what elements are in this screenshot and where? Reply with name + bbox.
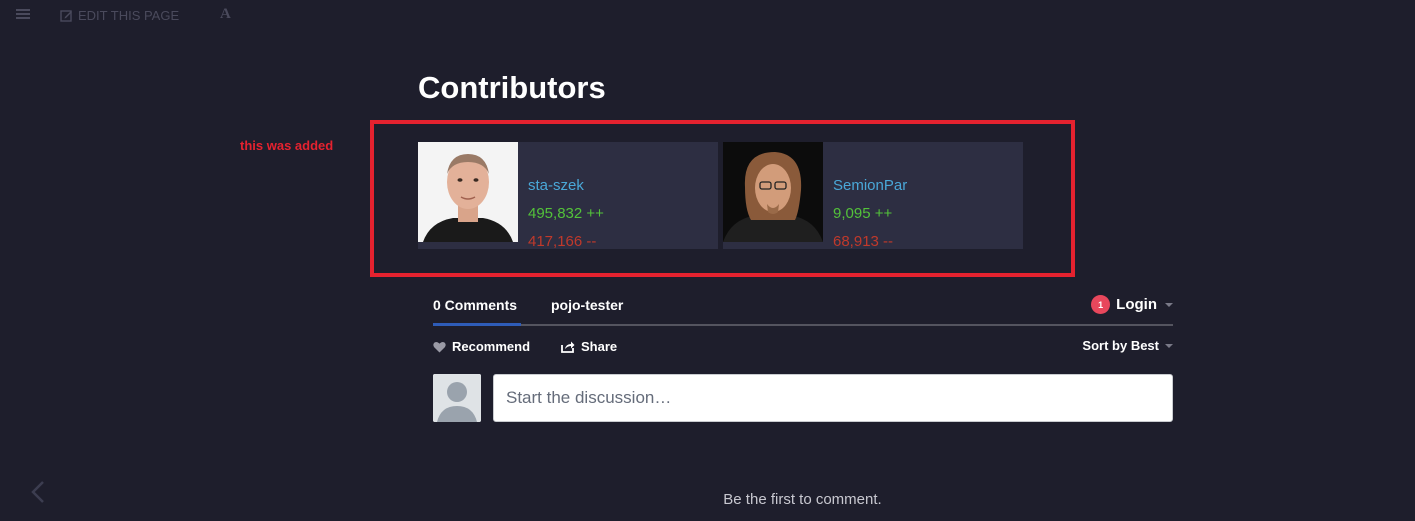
empty-comments-message: Be the first to comment. (723, 491, 882, 508)
contributor-avatar (418, 142, 518, 242)
heart-icon (433, 341, 446, 352)
pencil-square-icon (60, 10, 72, 22)
contributor-name[interactable]: SemionPar (833, 172, 907, 200)
page: EDIT THIS PAGE A Contributors this was a… (0, 0, 1415, 521)
login-label: Login (1116, 296, 1157, 313)
share-label: Share (581, 339, 618, 354)
contributor-card[interactable]: sta-szek 495,832 ++ 417,166 -- (418, 142, 718, 250)
active-tab-indicator (433, 323, 521, 326)
edit-page-link[interactable]: EDIT THIS PAGE (60, 8, 179, 23)
chevron-down-icon (1165, 343, 1173, 348)
login-button[interactable]: 1 Login (1091, 295, 1173, 314)
sort-label: Sort by Best (1082, 338, 1159, 353)
font-settings-button[interactable]: A (220, 6, 231, 23)
notification-badge: 1 (1091, 295, 1111, 314)
contributor-avatar (723, 142, 823, 242)
page-title: Contributors (418, 70, 606, 105)
share-button[interactable]: Share (561, 339, 617, 354)
annotation-label: this was added (240, 138, 334, 153)
comment-input[interactable] (493, 374, 1173, 422)
tab-site[interactable]: pojo-tester (551, 297, 623, 313)
comment-actions: Recommend Share Sort by Best (433, 338, 1173, 358)
comments-tab-bar: 0 Comments pojo-tester 1 Login (433, 288, 1173, 326)
contributor-card[interactable]: SemionPar 9,095 ++ 68,913 -- (723, 142, 1023, 250)
contributor-deletions: 417,166 -- (528, 233, 597, 250)
recommend-label: Recommend (452, 339, 531, 354)
guest-avatar-icon (433, 374, 481, 422)
contributor-name[interactable]: sta-szek (528, 172, 604, 200)
share-icon (561, 341, 575, 353)
edit-page-label: EDIT THIS PAGE (78, 8, 180, 23)
recommend-button[interactable]: Recommend (433, 339, 530, 354)
contributor-additions: 9,095 ++ (833, 205, 893, 222)
contributor-deletions: 68,913 -- (833, 233, 894, 250)
contributor-additions: 495,832 ++ (528, 205, 604, 222)
comment-composer (433, 374, 1173, 422)
chevron-down-icon (1165, 302, 1173, 307)
tab-comments[interactable]: 0 Comments (433, 297, 517, 313)
sort-dropdown[interactable]: Sort by Best (1082, 338, 1173, 353)
hamburger-icon[interactable] (16, 9, 30, 21)
